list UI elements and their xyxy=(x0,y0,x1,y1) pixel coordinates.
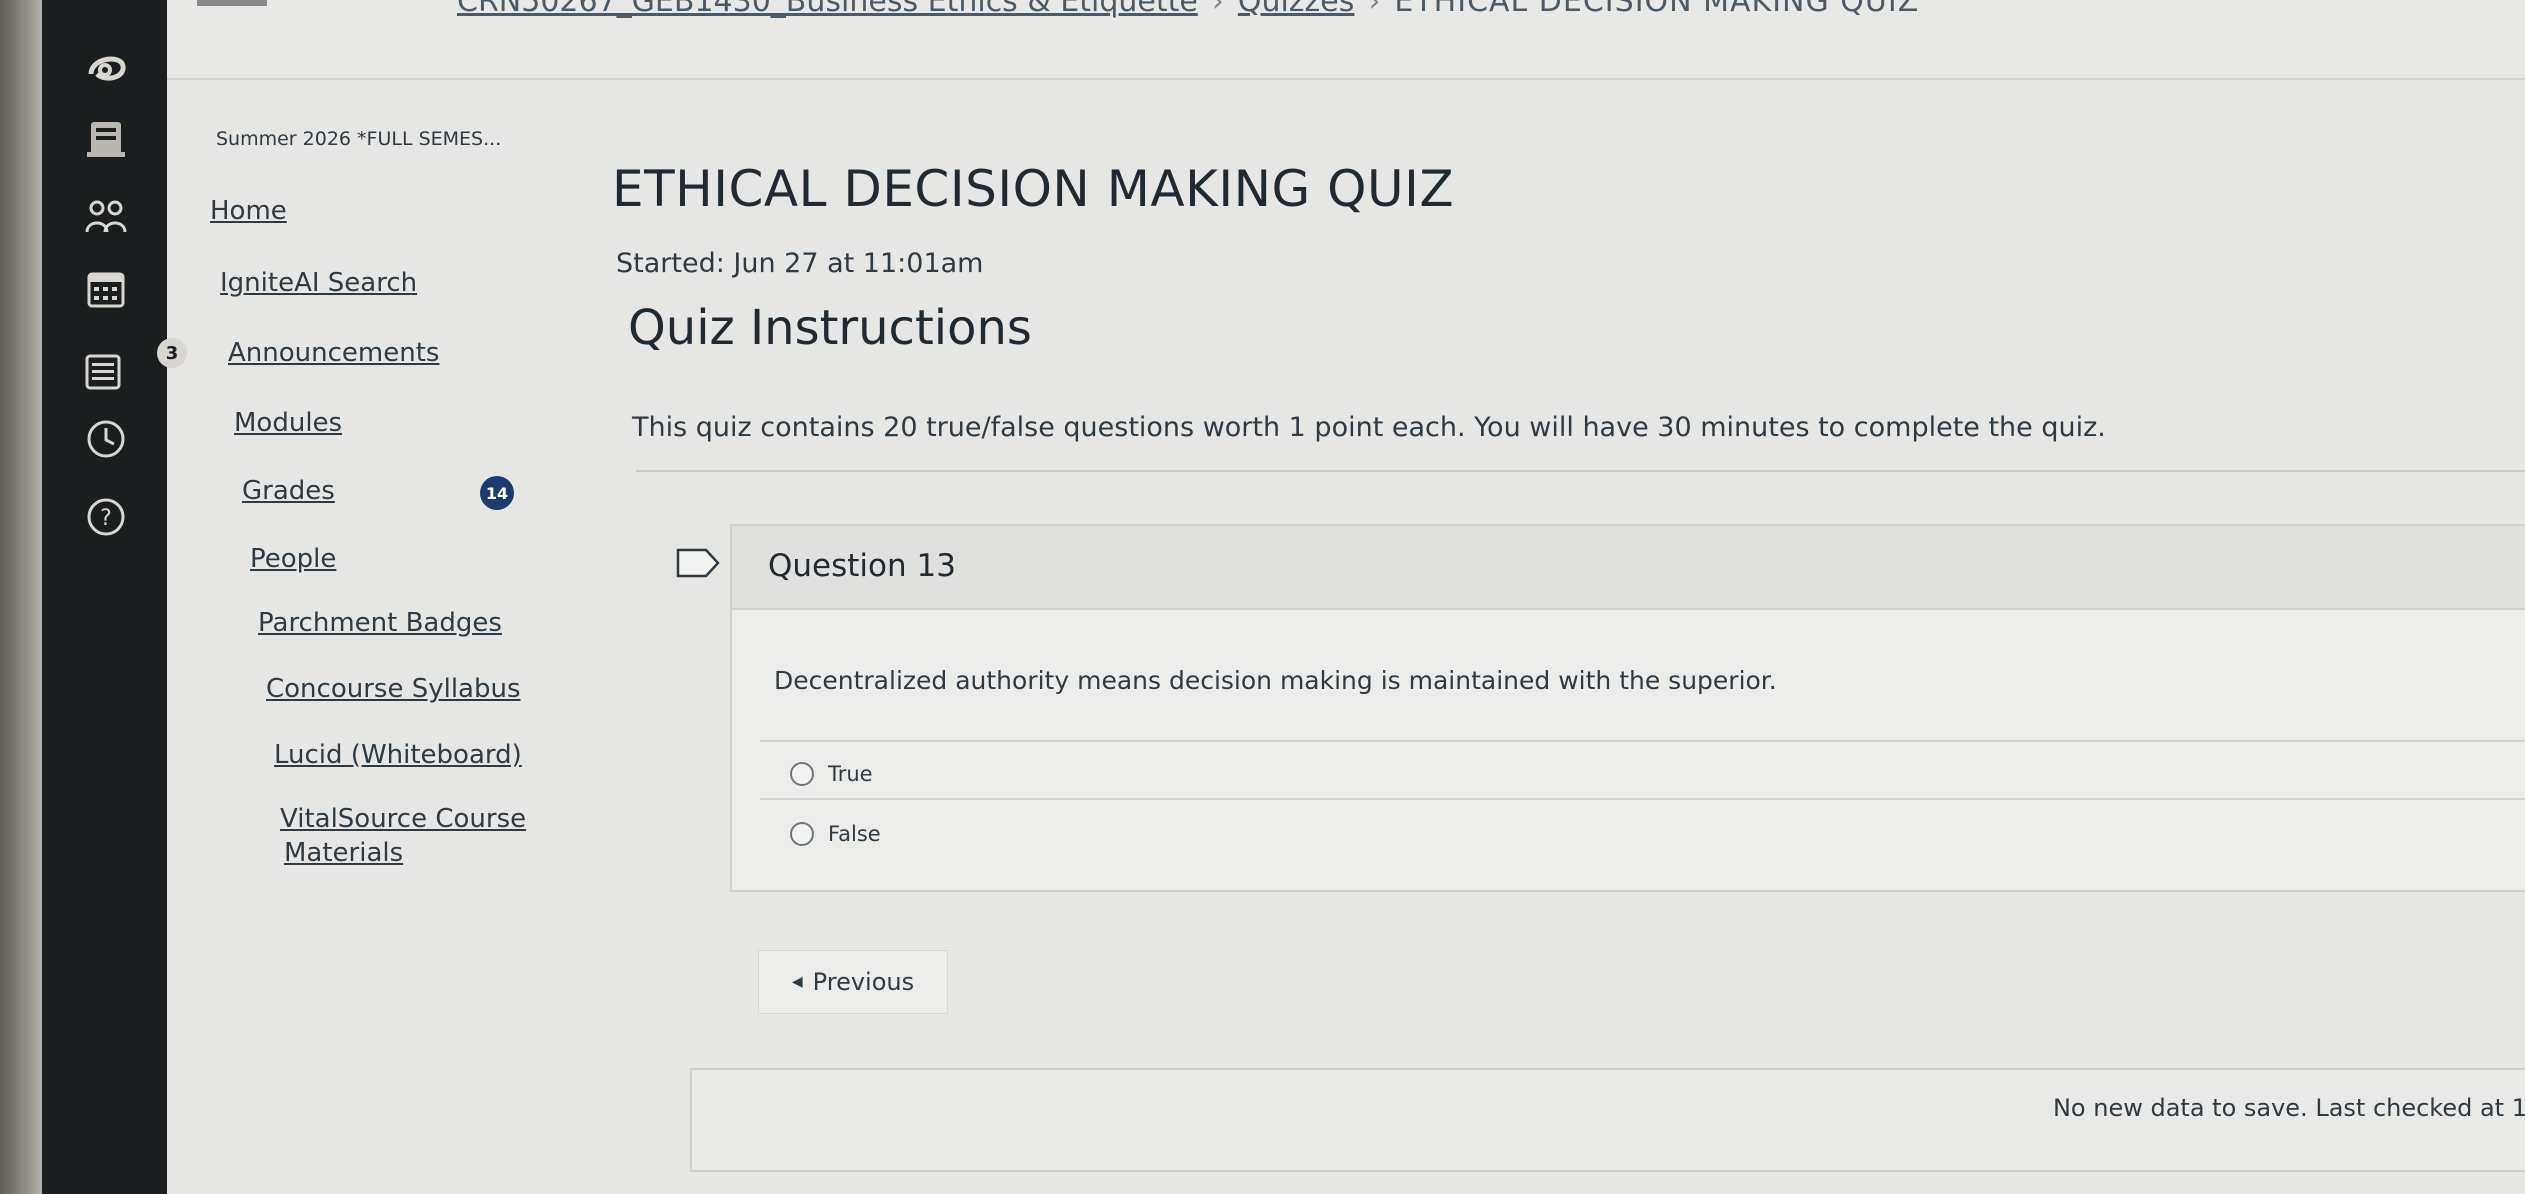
previous-label: Previous xyxy=(812,968,915,996)
divider xyxy=(636,470,2525,472)
flag-question-icon[interactable] xyxy=(676,548,722,578)
course-nav-igniteai-search[interactable]: IgniteAI Search xyxy=(220,268,417,298)
help-icon[interactable]: ? xyxy=(79,490,133,544)
answer-label: False xyxy=(828,822,881,846)
previous-button[interactable]: ◀ Previous xyxy=(758,950,948,1014)
question-card: Question 13 Decentralized authority mean… xyxy=(730,524,2525,892)
course-nav-announcements[interactable]: Announcements xyxy=(228,338,439,368)
top-bar: CRN50267_GEB1430_Business Ethics & Etiqu… xyxy=(167,0,2525,80)
account-logo-icon[interactable] xyxy=(79,40,133,94)
photo-frame-edge xyxy=(0,0,42,1194)
course-nav-vitalsource-materials[interactable]: Materials xyxy=(284,838,403,868)
breadcrumb-separator: › xyxy=(1211,0,1224,19)
inbox-icon[interactable]: 3 xyxy=(79,338,187,398)
calendar-icon[interactable] xyxy=(79,262,133,316)
save-status-bar: No new data to save. Last checked at 1 xyxy=(690,1068,2525,1172)
question-header: Question 13 xyxy=(732,526,2525,610)
save-status-text: No new data to save. Last checked at 1 xyxy=(2052,1094,2525,1122)
breadcrumb-course[interactable]: CRN50267_GEB1430_Business Ethics & Etiqu… xyxy=(457,0,1198,19)
course-nav-home[interactable]: Home xyxy=(210,196,287,226)
course-nav-people[interactable]: People xyxy=(250,544,336,574)
breadcrumb: CRN50267_GEB1430_Business Ethics & Etiqu… xyxy=(457,0,1919,19)
inbox-badge: 3 xyxy=(157,338,187,368)
global-navigation: 3 ? xyxy=(42,0,187,1194)
page-title: ETHICAL DECISION MAKING QUIZ xyxy=(612,160,1455,218)
chevron-left-icon: ◀ xyxy=(791,974,803,990)
course-nav-parchment-badges[interactable]: Parchment Badges xyxy=(258,608,502,638)
course-nav-concourse-syllabus[interactable]: Concourse Syllabus xyxy=(266,674,521,704)
question-text: Decentralized authority means decision m… xyxy=(774,666,1777,695)
course-term: Summer 2026 *FULL SEMES... xyxy=(216,128,502,150)
instructions-heading: Quiz Instructions xyxy=(628,300,1032,356)
course-nav-modules[interactable]: Modules xyxy=(234,408,342,438)
question-number: Question 13 xyxy=(768,548,956,584)
dashboard-icon[interactable] xyxy=(79,112,133,166)
radio-button[interactable] xyxy=(790,762,814,786)
divider xyxy=(760,798,2525,800)
answer-option-false[interactable]: False xyxy=(790,822,881,846)
breadcrumb-current: ETHICAL DECISION MAKING QUIZ xyxy=(1394,0,1920,19)
breadcrumb-separator: › xyxy=(1368,0,1381,19)
instructions-text: This quiz contains 20 true/false questio… xyxy=(632,412,2106,443)
course-nav-grades[interactable]: Grades xyxy=(242,476,335,506)
course-nav-vitalsource[interactable]: VitalSource Course xyxy=(280,804,526,834)
answer-label: True xyxy=(828,762,873,786)
answer-option-true[interactable]: True xyxy=(790,762,873,786)
course-nav-lucid-whiteboard[interactable]: Lucid (Whiteboard) xyxy=(274,740,522,770)
svg-text:?: ? xyxy=(100,506,112,531)
divider xyxy=(760,740,2525,742)
quiz-started-time: Started: Jun 27 at 11:01am xyxy=(616,248,984,279)
history-clock-icon[interactable] xyxy=(79,412,133,466)
breadcrumb-quizzes[interactable]: Quizzes xyxy=(1238,0,1355,19)
grades-badge: 14 xyxy=(480,476,514,510)
radio-button[interactable] xyxy=(790,822,814,846)
groups-icon[interactable] xyxy=(79,190,133,244)
menu-toggle-icon[interactable] xyxy=(197,0,267,6)
